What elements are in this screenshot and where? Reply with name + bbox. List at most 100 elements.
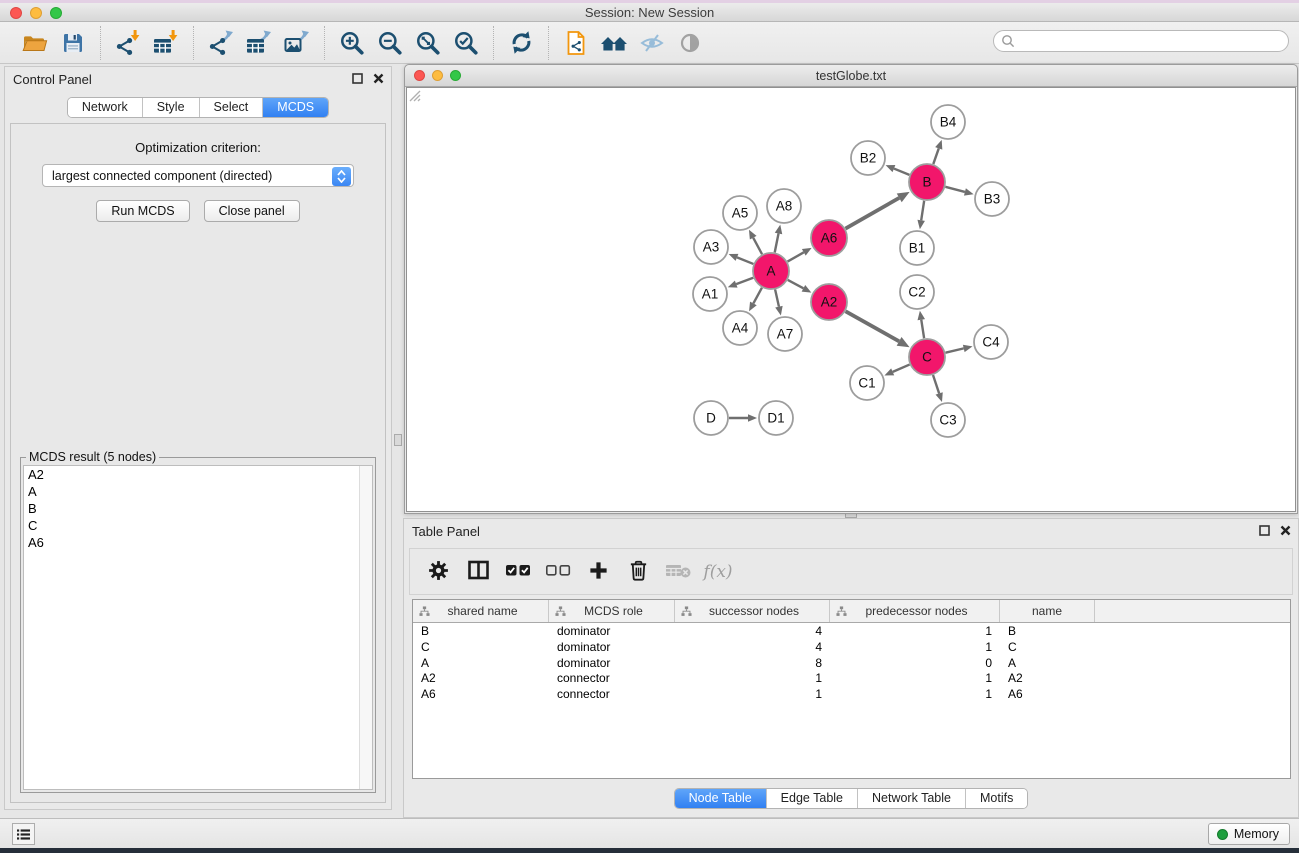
edge-B-B2[interactable]	[894, 169, 909, 175]
edge-A-A2[interactable]	[788, 280, 804, 288]
network-window-titlebar[interactable]: testGlobe.txt	[405, 65, 1297, 87]
close-table-panel-button[interactable]	[1279, 524, 1292, 537]
save-session-button[interactable]	[54, 27, 92, 59]
edge-A-A6[interactable]	[788, 252, 804, 261]
export-image-button[interactable]	[278, 27, 316, 59]
tab-node-table[interactable]: Node Table	[675, 789, 767, 808]
table-cell[interactable]: 4	[675, 639, 830, 655]
edge-B-B4[interactable]	[933, 148, 938, 164]
edge-C-C4[interactable]	[945, 348, 963, 352]
table-row[interactable]: Bdominator41B	[413, 623, 1290, 639]
network-canvas[interactable]: B4B2BB3A8A5A6A3B1AC2A1A2A4A7C4CC1C3DD1	[406, 87, 1296, 512]
open-file-button[interactable]	[16, 27, 54, 59]
column-header-MCDS-role[interactable]: MCDS role	[549, 600, 675, 622]
bird-eye-view-button[interactable]	[633, 27, 671, 59]
edge-A2-C[interactable]	[846, 311, 900, 341]
edge-B-B3[interactable]	[945, 187, 965, 192]
edge-A-A5[interactable]	[753, 238, 762, 255]
table-row[interactable]: Adominator80A	[413, 655, 1290, 671]
table-cell[interactable]: 1	[830, 686, 1000, 702]
column-header-name[interactable]: name	[1000, 600, 1095, 622]
home-view-button[interactable]	[595, 27, 633, 59]
result-list-item[interactable]: C	[24, 517, 372, 534]
zoom-selected-button[interactable]	[447, 27, 485, 59]
check-all-button[interactable]	[500, 555, 536, 589]
table-cell[interactable]: A2	[413, 670, 549, 686]
column-header-shared-name[interactable]: shared name	[413, 600, 549, 622]
run-mcds-button[interactable]: Run MCDS	[96, 200, 189, 222]
result-list-item[interactable]: A6	[24, 534, 372, 551]
table-cell[interactable]: 8	[675, 655, 830, 671]
table-settings-button[interactable]	[420, 555, 456, 589]
result-list-item[interactable]: A2	[24, 466, 372, 483]
edge-A-A7[interactable]	[775, 290, 779, 307]
edge-C-C1[interactable]	[893, 365, 910, 372]
edge-A-A1[interactable]	[736, 278, 753, 284]
table-cell[interactable]: connector	[549, 670, 675, 686]
close-panel-button-secondary[interactable]: Close panel	[204, 200, 300, 222]
edge-A-A3[interactable]	[737, 257, 753, 264]
column-header-successor-nodes[interactable]: successor nodes	[675, 600, 830, 622]
mcds-result-list[interactable]: A2ABCA6	[23, 465, 373, 790]
result-list-item[interactable]: A	[24, 483, 372, 500]
table-cell[interactable]: C	[1000, 639, 1095, 655]
close-panel-button[interactable]	[372, 72, 385, 85]
table-cell[interactable]: 1	[830, 623, 1000, 639]
column-header-predecessor-nodes[interactable]: predecessor nodes	[830, 600, 1000, 622]
table-cell[interactable]: dominator	[549, 655, 675, 671]
edge-A-A4[interactable]	[753, 288, 762, 304]
edge-A-A8[interactable]	[775, 233, 779, 252]
table-cell[interactable]: A6	[413, 686, 549, 702]
float-table-panel-button[interactable]	[1258, 524, 1271, 537]
table-cell[interactable]: A2	[1000, 670, 1095, 686]
edge-A6-B[interactable]	[845, 198, 899, 229]
add-column-button[interactable]	[580, 555, 616, 589]
table-cell[interactable]: 1	[675, 670, 830, 686]
table-cell[interactable]: A	[1000, 655, 1095, 671]
table-cell[interactable]: connector	[549, 686, 675, 702]
tab-network-table[interactable]: Network Table	[858, 789, 966, 808]
tab-edge-table[interactable]: Edge Table	[767, 789, 858, 808]
table-cell[interactable]: dominator	[549, 623, 675, 639]
search-input[interactable]	[993, 30, 1289, 52]
show-panel-list-button[interactable]	[12, 823, 35, 845]
tab-motifs[interactable]: Motifs	[966, 789, 1027, 808]
memory-button[interactable]: Memory	[1208, 823, 1290, 845]
table-cell[interactable]: C	[413, 639, 549, 655]
result-list-item[interactable]: B	[24, 500, 372, 517]
table-cell[interactable]: 1	[830, 670, 1000, 686]
table-cell[interactable]: 4	[675, 623, 830, 639]
delete-column-button[interactable]	[620, 555, 656, 589]
tab-mcds[interactable]: MCDS	[263, 98, 328, 117]
zoom-in-button[interactable]	[333, 27, 371, 59]
criterion-select[interactable]: largest connected component (directed)	[42, 164, 354, 187]
edge-C-C2[interactable]	[921, 320, 924, 339]
resize-grip-icon[interactable]	[407, 88, 421, 102]
vertical-split-grip[interactable]	[394, 434, 402, 446]
float-panel-button[interactable]	[351, 72, 364, 85]
table-cell[interactable]: B	[1000, 623, 1095, 639]
tab-select[interactable]: Select	[200, 98, 264, 117]
tab-network[interactable]: Network	[68, 98, 143, 117]
function-builder-button[interactable]: f(x)	[700, 555, 736, 589]
table-cell[interactable]: 1	[830, 639, 1000, 655]
table-row[interactable]: A2connector11A2	[413, 670, 1290, 686]
table-cell[interactable]: A	[413, 655, 549, 671]
copy-network-button[interactable]	[557, 27, 595, 59]
table-row[interactable]: A6connector11A6	[413, 686, 1290, 702]
zoom-out-button[interactable]	[371, 27, 409, 59]
refresh-layout-button[interactable]	[502, 27, 540, 59]
export-network-button[interactable]	[202, 27, 240, 59]
import-table-button[interactable]	[147, 27, 185, 59]
table-cell[interactable]: dominator	[549, 639, 675, 655]
result-scrollbar[interactable]	[359, 466, 372, 789]
edge-B-B1[interactable]	[921, 201, 924, 221]
uncheck-all-button[interactable]	[540, 555, 576, 589]
table-cell[interactable]: B	[413, 623, 549, 639]
table-cell[interactable]: A6	[1000, 686, 1095, 702]
table-cell[interactable]: 1	[675, 686, 830, 702]
export-table-button[interactable]	[240, 27, 278, 59]
table-cell[interactable]: 0	[830, 655, 1000, 671]
toggle-view-button[interactable]	[671, 27, 709, 59]
delete-table-button[interactable]	[660, 555, 696, 589]
